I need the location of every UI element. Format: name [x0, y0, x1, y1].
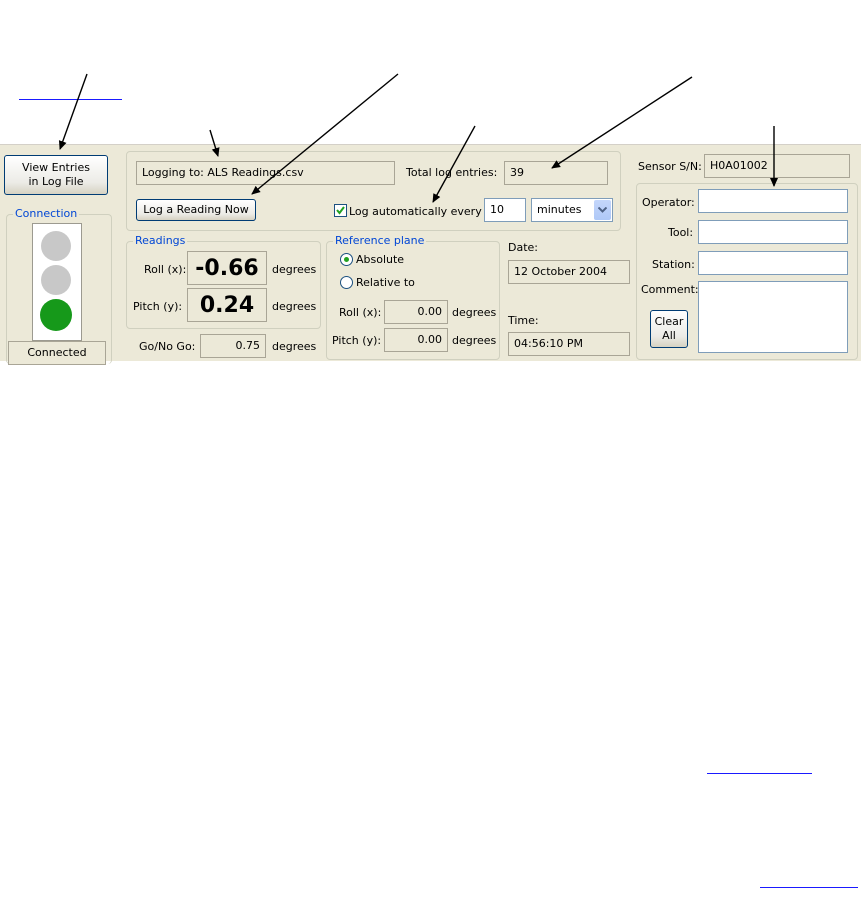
time-label: Time: [508, 314, 539, 327]
connection-title: Connection [13, 207, 80, 220]
readings-roll-unit: degrees [272, 263, 317, 276]
readings-pitch-number: 0.24 [199, 292, 255, 318]
clear-all-button[interactable]: Clear All [650, 310, 688, 348]
ref-pitch-label: Pitch (y): [332, 334, 382, 347]
connection-status-text: Connected [27, 346, 87, 359]
arrow-log-auto [432, 125, 476, 203]
readings-roll-value: -0.66 [187, 251, 267, 285]
chevron-down-icon[interactable] [594, 200, 611, 220]
ref-pitch-unit: degrees [452, 334, 497, 347]
readings-pitch-unit: degrees [272, 300, 317, 313]
ref-roll-value: 0.00 [417, 305, 443, 318]
arrow-view-entries [58, 73, 88, 150]
ref-roll-label: Roll (x): [339, 306, 382, 319]
time-field: 04:56:10 PM [508, 332, 630, 356]
log-now-label: Log a Reading Now [143, 203, 249, 216]
date-field: 12 October 2004 [508, 260, 630, 284]
ref-pitch-field: 0.00 [384, 328, 448, 352]
comment-textarea[interactable] [698, 281, 848, 353]
relative-label: Relative to [356, 276, 415, 289]
readings-pitch-value: 0.24 [187, 288, 267, 322]
yellow-light-icon [41, 265, 71, 295]
station-label: Station: [652, 258, 695, 271]
gonogo-unit: degrees [272, 340, 317, 353]
arrow-total-entries [551, 76, 693, 169]
date-value: 12 October 2004 [514, 265, 608, 278]
log-now-button[interactable]: Log a Reading Now [136, 199, 256, 221]
absolute-radio[interactable] [340, 253, 353, 266]
gonogo-value: 0.75 [235, 339, 261, 352]
readings-roll-number: -0.66 [195, 255, 259, 281]
ref-pitch-value: 0.00 [417, 333, 443, 346]
date-label: Date: [508, 241, 538, 254]
interval-input[interactable]: 10 [484, 198, 526, 222]
interval-unit-select[interactable]: minutes [531, 198, 613, 222]
readings-roll-label: Roll (x): [144, 263, 187, 276]
clear-line2: All [662, 329, 676, 342]
red-light-icon [41, 231, 71, 261]
callout-arrows [58, 73, 778, 203]
checkmark-icon [336, 206, 345, 215]
interval-unit-value: minutes [537, 203, 582, 216]
tool-input[interactable] [698, 220, 848, 244]
clear-line1: Clear [654, 315, 684, 328]
auto-log-checkbox[interactable] [334, 204, 347, 217]
relative-radio[interactable] [340, 276, 353, 289]
gonogo-label: Go/No Go: [139, 340, 196, 353]
ref-roll-unit: degrees [452, 306, 497, 319]
station-input[interactable] [698, 251, 848, 275]
green-light-icon [40, 299, 72, 331]
absolute-label: Absolute [356, 253, 405, 266]
readings-pitch-label: Pitch (y): [133, 300, 183, 313]
connection-status: Connected [8, 341, 106, 365]
bottom-link-underline-2[interactable] [760, 887, 858, 888]
arrow-log-now [251, 73, 399, 195]
interval-value: 10 [490, 203, 504, 216]
auto-log-label: Log automatically every [349, 205, 482, 218]
readings-title: Readings [133, 234, 188, 247]
reference-plane-title: Reference plane [333, 234, 427, 247]
bottom-link-underline-1[interactable] [707, 773, 812, 774]
arrow-logging-to [209, 129, 220, 157]
tool-label: Tool: [668, 226, 694, 239]
ref-roll-field: 0.00 [384, 300, 448, 324]
comment-label: Comment: [641, 283, 699, 296]
gonogo-field: 0.75 [200, 334, 266, 358]
time-value: 04:56:10 PM [514, 337, 584, 350]
